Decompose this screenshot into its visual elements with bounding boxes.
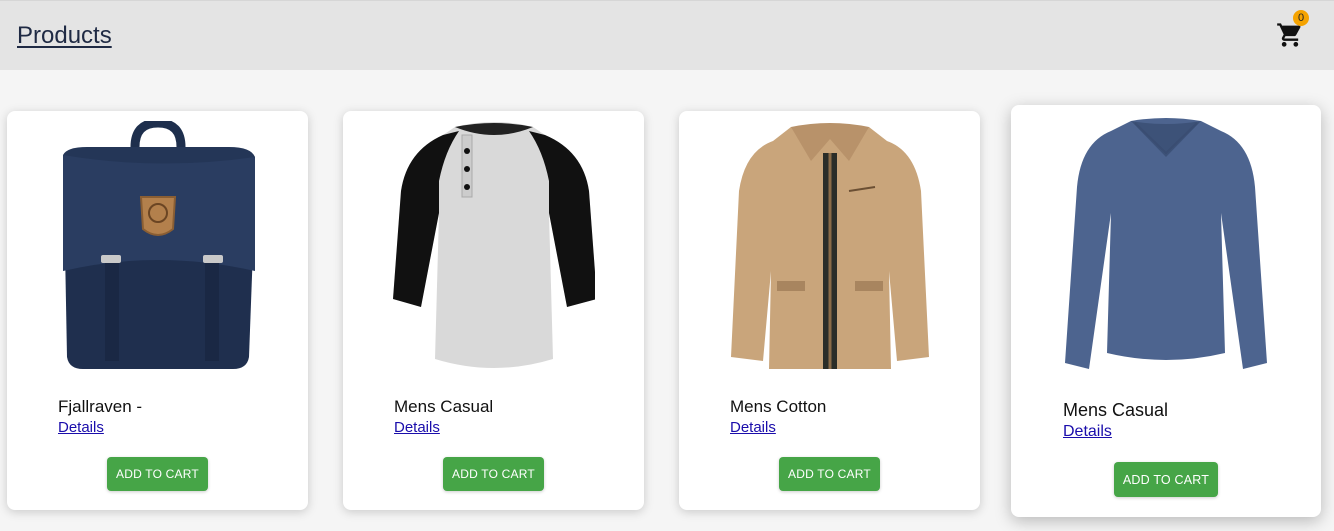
product-title: Mens Casual bbox=[394, 397, 494, 416]
long-sleeve-shirt-image bbox=[1065, 118, 1267, 369]
add-to-cart-button[interactable]: ADD TO CART bbox=[107, 457, 208, 491]
backpack-image bbox=[63, 121, 255, 369]
top-app-bar: Products 0 bbox=[0, 0, 1334, 70]
product-card: Mens Casual Details ADD TO CART bbox=[1011, 105, 1321, 517]
product-card: Fjallraven - Details ADD TO CART bbox=[7, 111, 308, 510]
add-to-cart-button[interactable]: ADD TO CART bbox=[1114, 462, 1218, 497]
product-details-link[interactable]: Details bbox=[58, 419, 104, 436]
add-to-cart-button[interactable]: ADD TO CART bbox=[779, 457, 880, 491]
raglan-shirt-image bbox=[393, 122, 595, 368]
product-title: Fjallraven - bbox=[58, 397, 143, 416]
product-details-link[interactable]: Details bbox=[1063, 423, 1112, 441]
product-details-link[interactable]: Details bbox=[730, 419, 776, 436]
jacket-image bbox=[731, 123, 929, 369]
cart-count-badge: 0 bbox=[1293, 10, 1309, 26]
product-title: Mens Cotton bbox=[730, 397, 827, 416]
product-card: Mens Cotton Details ADD TO CART bbox=[679, 111, 980, 510]
products-nav-link[interactable]: Products bbox=[17, 22, 112, 50]
add-to-cart-button[interactable]: ADD TO CART bbox=[443, 457, 544, 491]
product-card: Mens Casual Details ADD TO CART bbox=[343, 111, 644, 510]
product-details-link[interactable]: Details bbox=[394, 419, 440, 436]
product-title: Mens Casual bbox=[1063, 400, 1169, 420]
